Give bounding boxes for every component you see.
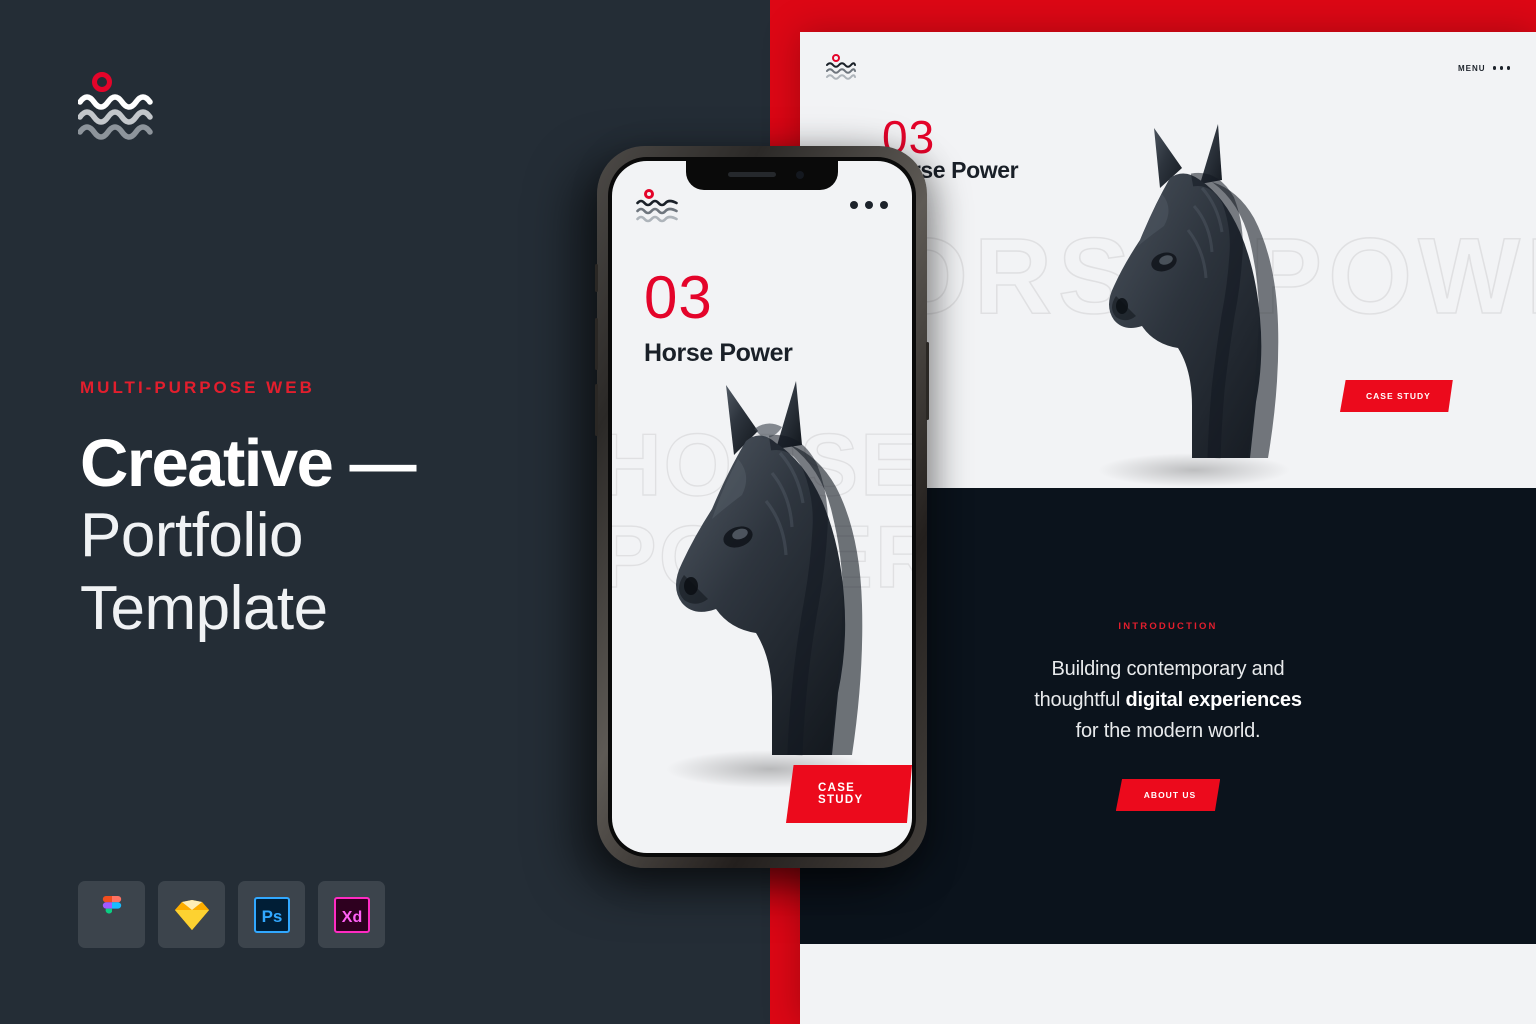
phone-logo[interactable] <box>636 189 678 225</box>
introduction-line-3: for the modern world. <box>1075 720 1261 742</box>
phone-hero-title: Horse Power <box>644 339 793 367</box>
wave-logo-icon <box>826 62 856 80</box>
three-dots-icon <box>1492 66 1510 70</box>
svg-text:Ps: Ps <box>261 907 282 926</box>
photoshop-icon: Ps <box>253 896 290 933</box>
phone-camera-icon <box>796 171 804 179</box>
phone-volume-down-button[interactable] <box>595 384 598 436</box>
phone-menu-button[interactable] <box>850 201 888 209</box>
phone-bezel: HORSE POWER <box>608 157 916 857</box>
desktop-menu-button[interactable]: MENU <box>1458 64 1510 73</box>
desktop-logo[interactable] <box>826 54 856 82</box>
desktop-footer-strip <box>800 944 1536 1024</box>
app-tile-figma[interactable] <box>78 881 145 948</box>
desktop-navbar: MENU <box>800 52 1536 84</box>
wave-logo-icon <box>636 199 678 223</box>
horse-sculpture-image <box>666 381 874 788</box>
phone-hero-number: 03 <box>644 264 713 331</box>
figma-icon <box>102 895 121 914</box>
introduction-line-2-pre: thoughtful <box>1034 689 1126 711</box>
hero-headline-block: MULTI-PURPOSE WEB Creative — Portfolio T… <box>80 378 417 645</box>
introduction-copy: Building contemporary and thoughtful dig… <box>1034 654 1302 747</box>
poster-canvas: MULTI-PURPOSE WEB Creative — Portfolio T… <box>0 0 1536 1024</box>
svg-text:Xd: Xd <box>341 909 361 926</box>
brand-logo[interactable] <box>78 72 158 142</box>
desktop-case-study-button[interactable]: CASE STUDY <box>1340 380 1453 412</box>
phone-power-button[interactable] <box>926 342 929 420</box>
hero-title-line-2: Portfolio <box>80 501 303 571</box>
introduction-line-2: thoughtful digital experiences <box>1034 685 1302 716</box>
app-tile-photoshop[interactable]: Ps <box>238 881 305 948</box>
introduction-eyebrow: INTRODUCTION <box>1118 621 1218 632</box>
phone-silent-switch[interactable] <box>595 264 598 292</box>
phone-notch <box>686 161 838 190</box>
wave-logo-icon <box>78 94 153 140</box>
horse-sculpture-image <box>1098 124 1290 487</box>
hero-title-line-1: Creative — <box>80 426 417 501</box>
phone-earpiece-icon <box>728 172 776 177</box>
app-format-icons: Ps Xd <box>78 881 385 948</box>
about-us-button[interactable]: ABOUT US <box>1115 779 1221 811</box>
phone-volume-up-button[interactable] <box>595 318 598 370</box>
phone-mockup: HORSE POWER <box>595 146 929 868</box>
three-dots-icon <box>850 201 858 209</box>
hero-eyebrow: MULTI-PURPOSE WEB <box>80 378 315 397</box>
app-tile-sketch[interactable] <box>158 881 225 948</box>
phone-screen: HORSE POWER <box>612 161 912 853</box>
hero-title-line-3: Template <box>80 573 328 643</box>
phone-navbar <box>612 189 912 227</box>
phone-case-study-button[interactable]: CASE STUDY <box>786 765 912 823</box>
introduction-line-2-bold: digital experiences <box>1125 689 1302 711</box>
red-ring-icon <box>92 72 112 92</box>
sketch-icon <box>174 899 209 930</box>
adobe-xd-icon: Xd <box>333 896 370 933</box>
introduction-line-1: Building contemporary and <box>1051 658 1285 680</box>
desktop-menu-label: MENU <box>1457 63 1486 73</box>
app-tile-adobe-xd[interactable]: Xd <box>318 881 385 948</box>
